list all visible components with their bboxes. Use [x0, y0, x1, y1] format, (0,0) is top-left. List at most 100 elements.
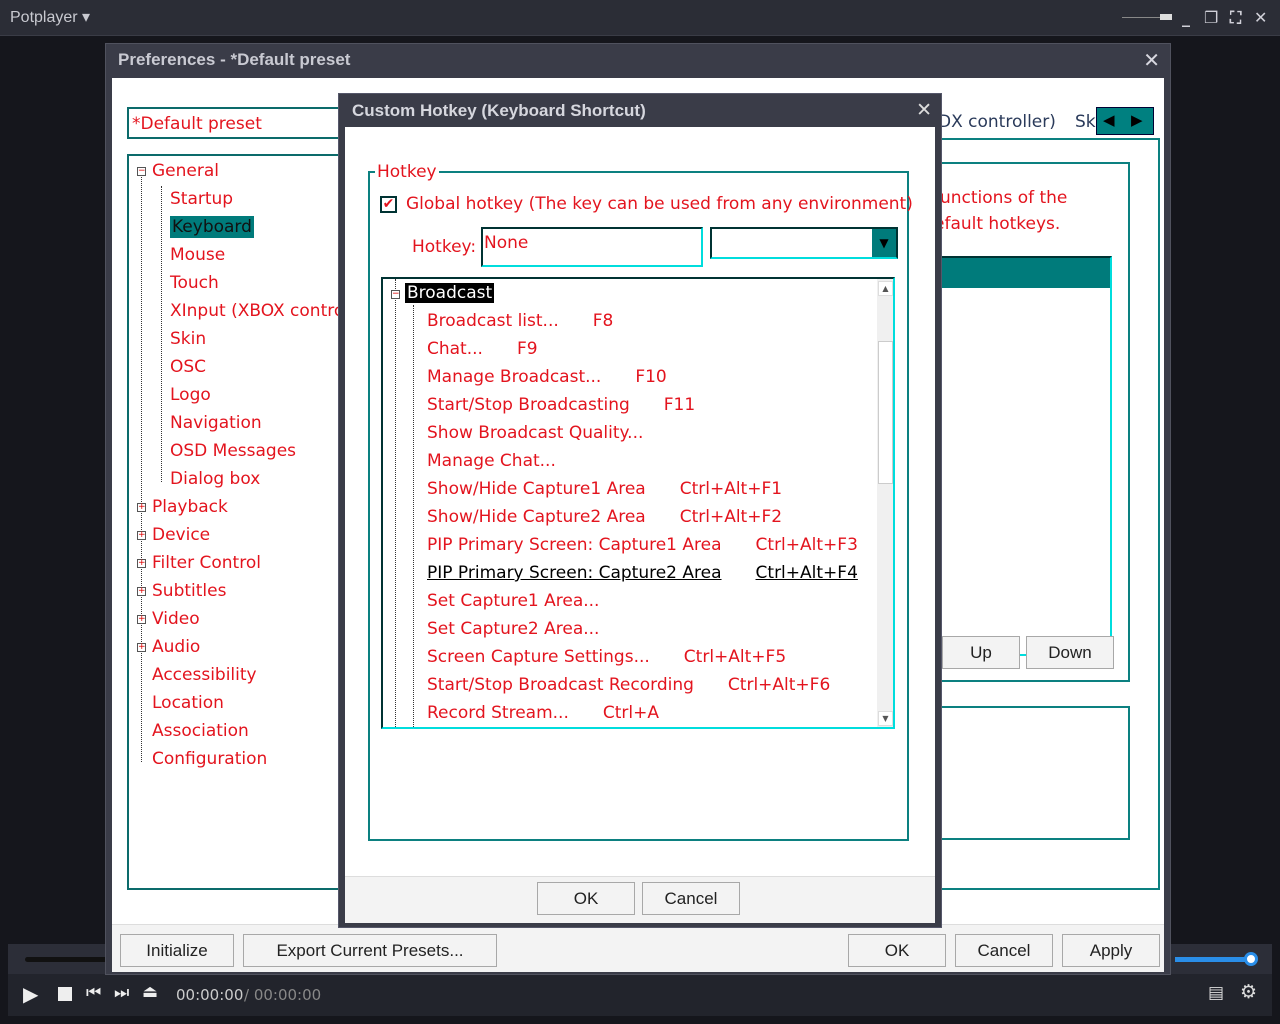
control-bar: ▶ ⏮ ⏭ ⏏ 00:00:00 / 00:00:00 ▤ ⚙ [8, 974, 1272, 1016]
fullscreen-icon[interactable]: ⛶ [1230, 8, 1241, 28]
tree-root-broadcast[interactable]: Broadcast [403, 282, 496, 304]
tree-item-video[interactable]: Video [152, 608, 200, 630]
preset-select[interactable]: *Default preset [127, 107, 347, 139]
minimize-icon[interactable]: _ [1182, 8, 1190, 27]
command-row[interactable]: Show Broadcast Quality... [427, 423, 677, 443]
hotkey-cancel-button[interactable]: Cancel [642, 882, 740, 915]
tab-right-icon[interactable]: ▶ [1131, 111, 1143, 129]
eject-icon[interactable]: ⏏ [142, 982, 158, 1002]
initialize-button[interactable]: Initialize [120, 934, 234, 967]
apply-button[interactable]: Apply [1062, 934, 1160, 967]
command-row[interactable]: Start/Stop Broadcasting F11 [427, 395, 695, 415]
tree-item-association[interactable]: Association [152, 720, 249, 742]
next-icon[interactable]: ⏭ [114, 983, 129, 1003]
tree-item-dialog-box[interactable]: Dialog box [170, 468, 260, 490]
command-label: PIP Primary Screen: Capture2 Area [427, 563, 722, 583]
ok-button[interactable]: OK [848, 934, 946, 967]
opacity-slider[interactable] [1122, 17, 1162, 18]
command-label: Manage Broadcast... [427, 367, 602, 387]
volume-bar[interactable] [1175, 957, 1247, 962]
command-row[interactable]: Start/Stop Broadcast Recording Ctrl+Alt+F… [427, 675, 830, 695]
scrollbar-thumb[interactable] [878, 341, 893, 484]
app-menu[interactable]: Potplayer ▾ [10, 7, 90, 27]
command-row[interactable]: Set Capture2 Area... [427, 619, 633, 639]
command-label: Record Stream... [427, 703, 569, 723]
hotkey-dialog-footer [345, 876, 935, 923]
play-icon[interactable]: ▶ [23, 982, 38, 1006]
scrollbar[interactable]: ▲ ▼ [877, 279, 893, 727]
hotkey-label: Hotkey: [412, 237, 477, 257]
stop-icon[interactable] [58, 987, 72, 1001]
tree-item-configuration[interactable]: Configuration [152, 748, 267, 770]
hotkey-table[interactable] [934, 256, 1112, 656]
seekbar[interactable] [25, 957, 115, 962]
tree-item-skin[interactable]: Skin [170, 328, 206, 350]
tree-item-general[interactable]: General [152, 160, 219, 182]
time-current: 00:00:00 [176, 986, 244, 1004]
global-hotkey-label[interactable]: Global hotkey (The key can be used from … [406, 194, 913, 214]
tree-item-navigation[interactable]: Navigation [170, 412, 262, 434]
command-row[interactable]: Set Capture1 Area... [427, 591, 633, 611]
tree-item-playback[interactable]: Playback [152, 496, 228, 518]
command-row[interactable]: PIP Primary Screen: Capture1 Area Ctrl+Al… [427, 535, 858, 555]
expand-icon[interactable]: + [137, 615, 146, 624]
expand-icon[interactable]: + [137, 587, 146, 596]
tree-item-startup[interactable]: Startup [170, 188, 233, 210]
command-row[interactable]: Chat... F9 [427, 339, 538, 359]
scroll-up-icon[interactable]: ▲ [878, 281, 893, 296]
command-row[interactable]: Record Stream... Ctrl+A [427, 703, 659, 723]
cancel-button[interactable]: Cancel [955, 934, 1053, 967]
custom-hotkey-dialog: Custom Hotkey (Keyboard Shortcut) ✕ Hotk… [338, 93, 942, 928]
tree-item-mouse[interactable]: Mouse [170, 244, 225, 266]
tree-item-keyboard[interactable]: Keyboard [170, 216, 254, 238]
command-row[interactable]: Broadcast list... F8 [427, 311, 613, 331]
command-tree[interactable]: − Broadcast ▲ ▼ Broadcast list... F8 Chat.… [381, 277, 895, 729]
tree-item-location[interactable]: Location [152, 692, 224, 714]
hotkey-dropdown[interactable]: ▼ [710, 227, 898, 259]
collapse-icon[interactable]: − [391, 290, 400, 299]
description-line2: efault hotkeys. [934, 214, 1061, 234]
up-button[interactable]: Up [942, 636, 1020, 669]
global-hotkey-checkbox[interactable]: ✔ [380, 196, 397, 213]
tree-item-osd-messages[interactable]: OSD Messages [170, 440, 296, 462]
tree-item-xinput-xbox-contro[interactable]: XInput (XBOX contro [170, 300, 344, 322]
restore-icon[interactable]: ❐ [1204, 8, 1218, 27]
command-row[interactable]: Show/Hide Capture1 Area Ctrl+Alt+F1 [427, 479, 782, 499]
tree-item-audio[interactable]: Audio [152, 636, 200, 658]
command-row[interactable]: Screen Capture Settings... Ctrl+Alt+F5 [427, 647, 786, 667]
settings-gear-icon[interactable]: ⚙ [1240, 981, 1257, 1003]
tree-item-touch[interactable]: Touch [170, 272, 219, 294]
command-row[interactable]: PIP Primary Screen: Capture2 Area Ctrl+Al… [427, 563, 858, 583]
scroll-down-icon[interactable]: ▼ [878, 711, 893, 726]
tree-item-subtitles[interactable]: Subtitles [152, 580, 226, 602]
preferences-tree[interactable]: − General Startup Keyboard Mouse Touch XInput … [127, 154, 357, 890]
expand-icon[interactable]: + [137, 643, 146, 652]
command-row[interactable]: Manage Chat... [427, 451, 590, 471]
close-icon[interactable]: ✕ [1254, 8, 1267, 27]
command-row[interactable]: Show/Hide Capture2 Area Ctrl+Alt+F2 [427, 507, 782, 527]
volume-handle[interactable] [1244, 952, 1258, 966]
previous-icon[interactable]: ⏮ [86, 983, 101, 1003]
playlist-icon[interactable]: ▤ [1208, 983, 1224, 1003]
hotkey-input[interactable]: None [481, 227, 703, 267]
down-button[interactable]: Down [1026, 636, 1114, 669]
tree-item-filter-control[interactable]: Filter Control [152, 552, 261, 574]
collapse-icon[interactable]: − [137, 167, 146, 176]
chevron-down-icon[interactable]: ▼ [872, 229, 896, 257]
tree-item-accessibility[interactable]: Accessibility [152, 664, 257, 686]
tree-item-logo[interactable]: Logo [170, 384, 211, 406]
expand-icon[interactable]: + [137, 559, 146, 568]
tree-item-osc[interactable]: OSC [170, 356, 206, 378]
command-row[interactable]: Manage Broadcast... F10 [427, 367, 667, 387]
opacity-handle[interactable] [1160, 14, 1172, 20]
tab-left-icon[interactable]: ◀ [1103, 111, 1115, 129]
preferences-close-icon[interactable]: ✕ [1143, 48, 1160, 72]
command-label: PIP Primary Screen: Capture1 Area [427, 535, 722, 555]
expand-icon[interactable]: + [137, 503, 146, 512]
tab-xinput[interactable]: DX controller) [938, 112, 1056, 132]
export-presets-button[interactable]: Export Current Presets... [243, 934, 497, 967]
tree-item-device[interactable]: Device [152, 524, 210, 546]
hotkey-dialog-close-icon[interactable]: ✕ [916, 99, 932, 121]
expand-icon[interactable]: + [137, 531, 146, 540]
hotkey-ok-button[interactable]: OK [537, 882, 635, 915]
